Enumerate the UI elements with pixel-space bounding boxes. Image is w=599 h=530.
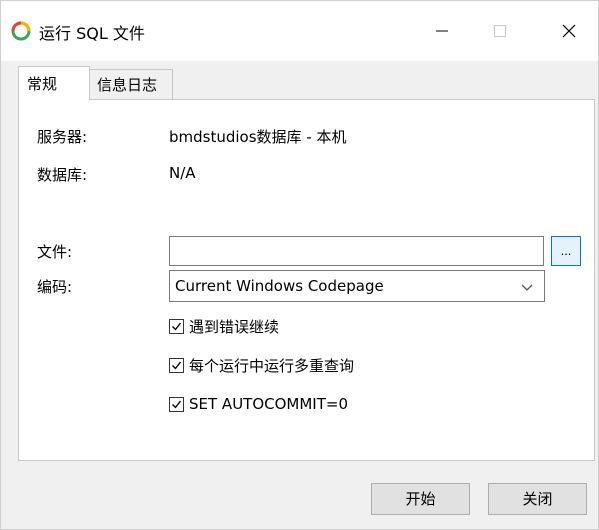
checkmark-icon <box>172 400 182 409</box>
title-bar[interactable]: 运行 SQL 文件 <box>1 1 598 61</box>
database-value: N/A <box>169 164 196 182</box>
close-icon <box>562 24 576 38</box>
app-icon <box>11 21 31 41</box>
browse-file-button[interactable]: ... <box>551 236 581 266</box>
server-value: bmdstudios数据库 - 本机 <box>169 128 347 146</box>
continue-on-error-checkbox[interactable] <box>169 318 184 334</box>
encoding-label: 编码: <box>37 278 73 296</box>
minimize-button[interactable] <box>419 11 465 51</box>
multiple-queries-checkbox[interactable] <box>169 357 184 373</box>
dialog-client-area: 常规 信息日志 服务器: bmdstudios数据库 - 本机 数据库: N/A… <box>1 61 598 529</box>
general-tab-panel: 服务器: bmdstudios数据库 - 本机 数据库: N/A 文件: ...… <box>18 99 595 461</box>
server-label: 服务器: <box>37 128 88 146</box>
multiple-queries-option[interactable]: 每个运行中运行多重查询 <box>169 355 354 375</box>
window-title: 运行 SQL 文件 <box>39 24 145 43</box>
chevron-down-icon <box>521 284 533 291</box>
tab-general[interactable]: 常规 <box>18 66 90 100</box>
file-label: 文件: <box>37 243 73 261</box>
tab-message-log-label: 信息日志 <box>97 76 158 94</box>
close-window-button[interactable] <box>546 11 592 51</box>
file-path-input[interactable] <box>169 236 544 266</box>
minimize-icon <box>436 30 448 32</box>
encoding-selected-value: Current Windows Codepage <box>175 277 384 295</box>
run-sql-file-dialog: 运行 SQL 文件 常规 信息日志 服务器: bmdstudios数据库 - 本… <box>0 0 599 530</box>
maximize-button <box>477 11 523 51</box>
autocommit-checkbox[interactable] <box>169 396 184 412</box>
checkmark-icon <box>172 361 182 370</box>
checkmark-icon <box>172 322 182 331</box>
maximize-icon <box>494 25 506 37</box>
continue-on-error-label: 遇到错误继续 <box>189 317 280 336</box>
autocommit-label: SET AUTOCOMMIT=0 <box>189 395 349 413</box>
autocommit-option[interactable]: SET AUTOCOMMIT=0 <box>169 394 348 414</box>
tab-message-log[interactable]: 信息日志 <box>89 69 173 99</box>
continue-on-error-option[interactable]: 遇到错误继续 <box>169 316 279 336</box>
start-button[interactable]: 开始 <box>371 483 470 515</box>
database-label: 数据库: <box>37 166 88 184</box>
multiple-queries-label: 每个运行中运行多重查询 <box>189 356 355 375</box>
tab-general-label: 常规 <box>27 75 58 93</box>
encoding-select[interactable]: Current Windows Codepage <box>169 270 545 302</box>
close-button[interactable]: 关闭 <box>488 483 587 515</box>
